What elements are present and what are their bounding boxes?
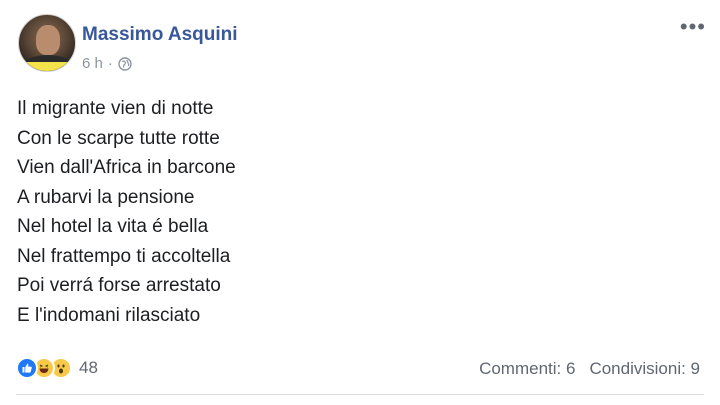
post-line: Con le scarpe tutte rotte	[17, 127, 220, 149]
post-line: Vien dall'Africa in barcone	[17, 157, 236, 178]
post-line: Nel frattempo ti accoltella	[17, 245, 231, 267]
post-line: A rubarvi la pensione	[17, 186, 195, 208]
divider	[16, 394, 704, 395]
reaction-count[interactable]: 48	[79, 358, 98, 378]
post-line: Nel hotel la vita é bella	[17, 216, 209, 237]
post-stats: Commenti: 6 Condivisioni: 9	[479, 359, 700, 379]
globe-icon[interactable]	[118, 56, 132, 71]
post-line: E l'indomani rilasciato	[17, 304, 201, 326]
like-icon	[16, 357, 38, 379]
post-line: Poi verrá forse arrestato	[17, 275, 221, 296]
post-time[interactable]: 6 h	[82, 55, 103, 72]
author-name[interactable]: Massimo Asquini	[82, 24, 238, 46]
more-options-icon[interactable]: •••	[680, 16, 706, 38]
facebook-post: Massimo Asquini 6 h · ••• Il migrante vi…	[0, 0, 720, 405]
avatar[interactable]	[18, 14, 76, 72]
shares-count[interactable]: Condivisioni: 9	[589, 359, 700, 379]
meta-separator: ·	[107, 55, 113, 72]
reactions-summary[interactable]: 48	[16, 357, 98, 379]
post-line: Il migrante vien di notte	[17, 98, 214, 119]
post-meta: 6 h ·	[82, 55, 132, 72]
comments-count[interactable]: Commenti: 6	[479, 359, 575, 379]
post-text: Il migrante vien di notte Con le scarpe …	[17, 94, 236, 330]
